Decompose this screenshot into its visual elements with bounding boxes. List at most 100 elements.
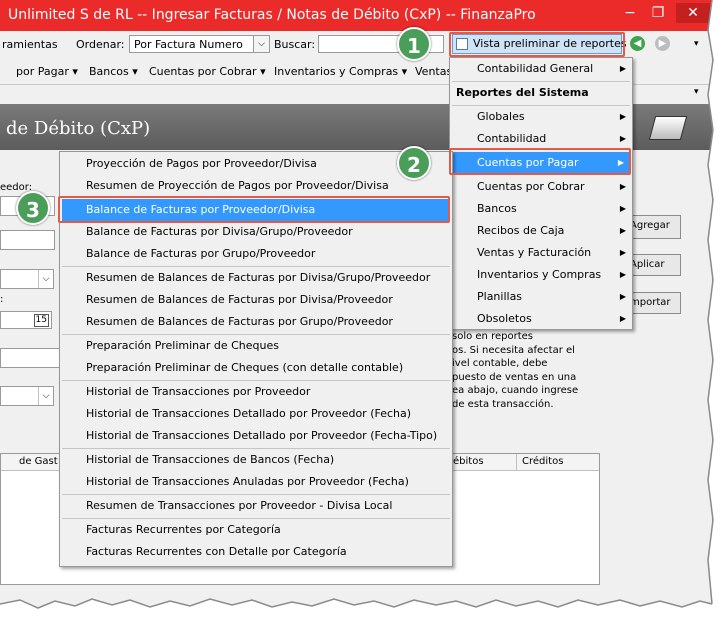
menu-item-planillas[interactable]: Planillas ▶ (450, 286, 632, 308)
submenu-item-label: Facturas Recurrentes con Detalle por Cat… (86, 545, 347, 558)
submenu-item[interactable]: Resumen de Balances de Facturas por Divi… (60, 289, 452, 311)
submenu-item[interactable]: Historial de Transacciones Detallado por… (60, 403, 452, 425)
chevron-down-icon[interactable]: ⌵ (253, 36, 269, 52)
chevron-down-icon[interactable]: ⌵ (38, 270, 53, 288)
submenu-item-label: Historial de Transacciones de Bancos (Fe… (86, 453, 335, 466)
submenu-arrow-icon: ▶ (619, 182, 626, 191)
divisa-combo[interactable]: ⌵ (0, 269, 54, 289)
submenu-arrow-icon: ▶ (619, 314, 626, 323)
submenu-item-label: Resumen de Proyección de Pagos por Prove… (86, 179, 389, 192)
chevron-down-icon[interactable]: ⌵ (38, 387, 53, 405)
back-arrow-icon[interactable]: ◀ (630, 36, 645, 51)
note-line: de esta transacción. (452, 398, 554, 410)
field-4[interactable] (0, 348, 60, 368)
submenu-item[interactable]: Preparación Preliminar de Cheques (con d… (60, 357, 452, 379)
window-title: Unlimited S de RL -- Ingresar Facturas /… (8, 7, 536, 23)
ordenar-value: Por Factura Numero (134, 38, 243, 51)
submenu-item-label: Resumen de Balances de Facturas por Grup… (86, 315, 393, 328)
submenu-item[interactable]: Proyección de Pagos por Proveedor/Divisa (60, 153, 452, 175)
submenu-item[interactable]: Facturas Recurrentes con Detalle por Cat… (60, 541, 452, 563)
submenu-item[interactable]: Balance de Facturas por Divisa/Grupo/Pro… (60, 221, 452, 243)
overflow-chevron-icon[interactable]: ▾ (694, 39, 699, 49)
col-divider (516, 454, 517, 470)
submenu-item[interactable]: Historial de Transacciones Detallado por… (60, 425, 452, 447)
forward-arrow-icon[interactable]: ▶ (655, 36, 670, 51)
menu-cuentas-por-pagar[interactable]: por Pagar ▾ (16, 65, 78, 78)
note-line: puesto de ventas en una (452, 371, 577, 383)
menu-item-ventas-facturacion[interactable]: Ventas y Facturación ▶ (450, 242, 632, 264)
submenu-item-label: Preparación Preliminar de Cheques (con d… (86, 361, 404, 374)
menu-item-inventarios-compras[interactable]: Inventarios y Compras ▶ (450, 264, 632, 286)
submenu-item-label: Balance de Facturas por Grupo/Proveedor (86, 247, 316, 260)
callout-badge-2: 2 (397, 146, 431, 180)
menu-item-label: Cuentas por Cobrar (477, 180, 585, 193)
menu-inventarios-compras[interactable]: Inventarios y Compras ▾ (274, 65, 407, 78)
submenu-item[interactable]: Balance de Facturas por Grupo/Proveedor (60, 243, 452, 265)
menu-item-globales[interactable]: Globales ▶ (450, 106, 632, 128)
submenu-item[interactable]: Facturas Recurrentes por Categoría (60, 519, 452, 541)
submenu-item[interactable]: Preparación Preliminar de Cheques (60, 335, 452, 357)
title-bar: Unlimited S de RL -- Ingresar Facturas /… (0, 0, 712, 31)
minimize-button[interactable]: − (617, 3, 643, 23)
col-debitos: ébitos (453, 456, 484, 467)
close-button[interactable]: ✕ (676, 3, 710, 23)
overflow-chevron-icon-2[interactable]: ▾ (694, 87, 699, 97)
menu-item-label: Obsoletos (477, 312, 532, 325)
menu-item-obsoletos[interactable]: Obsoletos ▶ (450, 308, 632, 330)
submenu-arrow-icon: ▶ (619, 112, 626, 121)
date-label: : (0, 294, 4, 305)
submenu-item-label: Proyección de Pagos por Proveedor/Divisa (86, 157, 317, 170)
note-line: os. Si necesita afectar el (452, 344, 575, 356)
submenu-item-label: Facturas Recurrentes por Categoría (86, 523, 281, 536)
submenu-item-label: Resumen de Balances de Facturas por Divi… (86, 293, 393, 306)
section-title-label: Reportes del Sistema (456, 86, 589, 99)
agregar-button[interactable]: Agregar (625, 215, 681, 239)
calendar-icon[interactable]: 15 (33, 314, 49, 327)
ordenar-select[interactable]: Por Factura Numero ⌵ (129, 35, 270, 53)
note-line: ea abajo, cuando ingrese (452, 385, 579, 396)
tipo-combo[interactable]: ⌵ (0, 386, 54, 406)
menu-item-label: Inventarios y Compras (477, 268, 602, 281)
menu-bancos[interactable]: Bancos ▾ (89, 65, 138, 78)
submenu-arrow-icon: ▶ (619, 292, 626, 301)
submenu-item[interactable]: Historial de Transacciones por Proveedor (60, 381, 452, 403)
submenu-item-label: Resumen de Balances de Facturas por Divi… (86, 271, 431, 284)
menu-ventas[interactable]: Ventas (415, 65, 452, 78)
submenu-item[interactable]: Resumen de Balances de Facturas por Divi… (60, 267, 452, 289)
menu-cuentas-por-cobrar[interactable]: Cuentas por Cobrar ▾ (149, 65, 266, 78)
submenu-item-label: Balance de Facturas por Divisa/Grupo/Pro… (86, 225, 353, 238)
submenu-item[interactable]: Resumen de Proyección de Pagos por Prove… (60, 175, 452, 197)
reports-menu: Contabilidad General ▶ Reportes del Sist… (449, 57, 633, 330)
aplicar-button[interactable]: Aplicar (625, 254, 681, 276)
menu-item-contabilidad[interactable]: Contabilidad ▶ (450, 128, 632, 150)
menu-item-bancos[interactable]: Bancos ▶ (450, 198, 632, 220)
submenu-arrow-icon: ▶ (619, 64, 626, 73)
menu-item-label: Planillas (477, 290, 523, 303)
importar-button[interactable]: mportar (625, 292, 681, 314)
submenu-item[interactable]: Resumen de Transacciones por Proveedor -… (60, 495, 452, 517)
submenu-item[interactable]: Historial de Transacciones Anuladas por … (60, 471, 452, 493)
menu-item-cuentas-por-cobrar[interactable]: Cuentas por Cobrar ▶ (450, 176, 632, 198)
col-creditos: Créditos (522, 456, 564, 467)
folder-icon (648, 116, 688, 140)
date-field[interactable]: 15 (0, 311, 52, 329)
submenu-item-label: Historial de Transacciones Detallado por… (86, 429, 438, 442)
submenu-item[interactable]: Historial de Transacciones de Bancos (Fe… (60, 449, 452, 471)
submenu-item[interactable]: Resumen de Balances de Facturas por Grup… (60, 311, 452, 333)
note-line: ivel contable, debe (452, 358, 548, 369)
buscar-label: Buscar: (274, 38, 316, 51)
menu-item-label: Contabilidad (477, 132, 547, 145)
field-2[interactable] (0, 230, 55, 250)
menu-item-label: Contabilidad General (477, 62, 594, 75)
menu-item-contabilidad-general[interactable]: Contabilidad General ▶ (450, 58, 632, 80)
herramientas-button[interactable]: ramientas (2, 38, 58, 51)
submenu-arrow-icon: ▶ (619, 204, 626, 213)
restore-button[interactable]: ❐ (645, 3, 671, 23)
menu-item-label: Recibos de Caja (477, 224, 565, 237)
form-title: de Débito (CxP) (6, 118, 151, 139)
col-gasto: de Gast (19, 456, 58, 467)
submenu-arrow-icon: ▶ (619, 226, 626, 235)
menu-item-recibos-de-caja[interactable]: Recibos de Caja ▶ (450, 220, 632, 242)
ordenar-label: Ordenar: (76, 38, 125, 51)
section-title: Reportes del Sistema (450, 82, 632, 104)
